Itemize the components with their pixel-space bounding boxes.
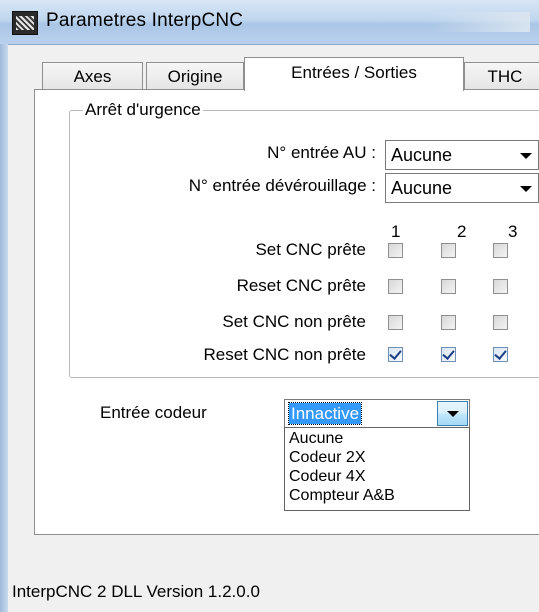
emergency-group-label: Arrêt d'urgence bbox=[83, 100, 203, 120]
unlock-input-select[interactable]: Aucune bbox=[385, 173, 539, 203]
au-input-label: N° entrée AU : bbox=[267, 143, 376, 162]
encoder-option-codeur-4x[interactable]: Codeur 4X bbox=[289, 467, 366, 486]
tab-origine[interactable]: Origine bbox=[146, 62, 244, 90]
checkbox-set-cnc-prete-2[interactable] bbox=[441, 243, 456, 258]
au-input-select[interactable]: Aucune bbox=[385, 140, 539, 170]
checkbox-set-cnc-non-prete-1[interactable] bbox=[388, 315, 403, 330]
checkbox-set-cnc-prete-1[interactable] bbox=[388, 243, 403, 258]
row-label-set-cnc-prete: Set CNC prête bbox=[255, 240, 366, 259]
checkbox-reset-cnc-prete-1[interactable] bbox=[388, 279, 403, 294]
tab-thc[interactable]: THC bbox=[464, 62, 539, 90]
row-label-reset-cnc-prete: Reset CNC prête bbox=[236, 276, 366, 295]
encoder-dropdown-list: Aucune Codeur 2X Codeur 4X Compteur A&B bbox=[284, 427, 470, 511]
checkbox-set-cnc-non-prete-2[interactable] bbox=[441, 315, 456, 330]
title-bar[interactable]: Parametres InterpCNC bbox=[0, 0, 539, 45]
checkbox-reset-cnc-prete-3[interactable] bbox=[493, 279, 508, 294]
parameters-window: Parametres InterpCNC Axes Origine Entrée… bbox=[0, 0, 539, 612]
tab-entrees-sorties[interactable]: Entrées / Sorties bbox=[244, 57, 464, 91]
output-column-1: 1 bbox=[391, 222, 401, 241]
checkbox-reset-cnc-non-prete-3[interactable] bbox=[493, 347, 508, 362]
window-frame-left bbox=[0, 44, 8, 612]
encoder-selected-value: Innactive bbox=[287, 402, 363, 425]
output-column-3: 3 bbox=[508, 222, 518, 241]
tab-axes[interactable]: Axes bbox=[42, 62, 143, 90]
chevron-down-icon bbox=[520, 153, 532, 159]
encoder-option-compteur-ab[interactable]: Compteur A&B bbox=[289, 486, 395, 505]
app-icon[interactable] bbox=[12, 11, 38, 35]
title-bar-controls-area bbox=[430, 12, 530, 32]
encoder-select[interactable]: Innactive bbox=[284, 399, 470, 428]
encoder-option-codeur-2x[interactable]: Codeur 2X bbox=[289, 448, 366, 467]
encoder-option-aucune[interactable]: Aucune bbox=[289, 429, 343, 448]
unlock-input-label: N° entrée dévérouillage : bbox=[188, 176, 376, 195]
row-label-reset-cnc-non-prete: Reset CNC non prête bbox=[203, 345, 366, 364]
chevron-down-icon bbox=[520, 186, 532, 192]
checkbox-reset-cnc-prete-2[interactable] bbox=[441, 279, 456, 294]
checkbox-reset-cnc-non-prete-2[interactable] bbox=[441, 347, 456, 362]
chevron-down-icon[interactable] bbox=[437, 401, 468, 426]
au-input-value: Aucune bbox=[391, 145, 453, 165]
output-column-2: 2 bbox=[457, 222, 467, 241]
checkbox-set-cnc-prete-3[interactable] bbox=[493, 243, 508, 258]
checkbox-set-cnc-non-prete-3[interactable] bbox=[493, 315, 508, 330]
row-label-set-cnc-non-prete: Set CNC non prête bbox=[222, 312, 366, 331]
encoder-label: Entrée codeur bbox=[100, 403, 207, 422]
checkbox-reset-cnc-non-prete-1[interactable] bbox=[388, 347, 403, 362]
status-bar-text: InterpCNC 2 DLL Version 1.2.0.0 bbox=[12, 582, 260, 601]
unlock-input-value: Aucune bbox=[391, 178, 453, 198]
window-title: Parametres InterpCNC bbox=[46, 10, 244, 31]
